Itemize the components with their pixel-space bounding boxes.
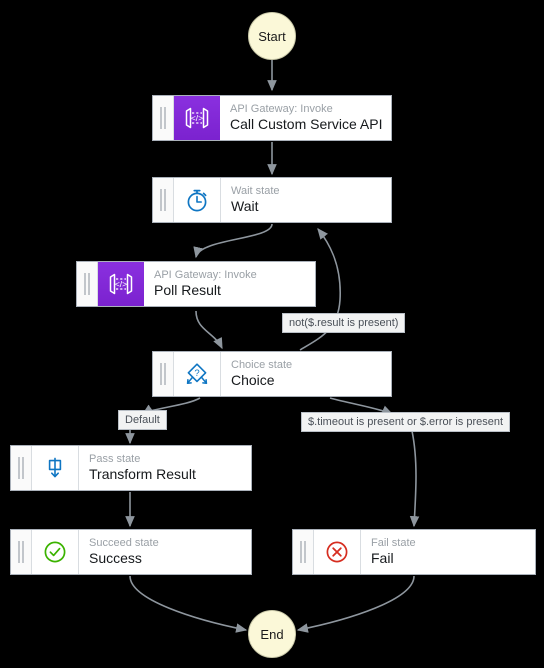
state-card-labels: Wait state Wait <box>221 178 391 222</box>
drag-handle[interactable] <box>153 96 174 140</box>
state-kind-label: Pass state <box>89 453 141 465</box>
edge-label-default: Default <box>118 410 167 430</box>
drag-handle[interactable] <box>11 446 32 490</box>
pass-arrow-icon <box>32 446 79 490</box>
state-kind-label: API Gateway: Invoke <box>154 269 257 281</box>
edge-poll-to-choice <box>195 310 223 350</box>
drag-handle[interactable] <box>77 262 98 306</box>
api-gateway-icon: </> <box>174 96 220 140</box>
state-kind-label: Fail state <box>371 537 416 549</box>
drag-handle[interactable] <box>153 178 174 222</box>
state-card-labels: Succeed state Success <box>79 530 251 574</box>
state-card-transform-result[interactable]: Pass state Transform Result <box>10 445 252 491</box>
state-card-labels: Fail state Fail <box>361 530 535 574</box>
edge-error-label-to-fail <box>409 430 420 528</box>
edge-fail-to-end <box>296 575 415 633</box>
start-node[interactable]: Start <box>248 12 296 60</box>
state-card-choice[interactable]: ? Choice state Choice <box>152 351 392 397</box>
edge-label-timeout-or-error: $.timeout is present or $.error is prese… <box>301 412 511 432</box>
state-card-wait[interactable]: Wait state Wait <box>152 177 392 223</box>
state-name-label: Call Custom Service API <box>230 116 383 132</box>
stopwatch-icon <box>174 178 221 222</box>
state-name-label: Transform Result <box>89 466 196 482</box>
x-circle-icon <box>314 530 361 574</box>
svg-text:?: ? <box>194 368 199 379</box>
edge-success-to-end <box>129 575 248 633</box>
state-name-label: Choice <box>231 372 275 388</box>
state-name-label: Success <box>89 550 142 566</box>
state-kind-label: Succeed state <box>89 537 159 549</box>
drag-handle[interactable] <box>11 530 32 574</box>
state-kind-label: Choice state <box>231 359 293 371</box>
state-card-poll-result[interactable]: </> API Gateway: Invoke Poll Result <box>76 261 316 307</box>
state-card-fail[interactable]: Fail state Fail <box>292 529 536 575</box>
state-name-label: Poll Result <box>154 282 221 298</box>
state-name-label: Wait <box>231 198 259 214</box>
workflow-graph-canvas: Start End </> API Gateway: Invoke Call C… <box>0 0 544 668</box>
edge-label-not-result-present: not($.result is present) <box>282 313 406 333</box>
state-card-labels: Pass state Transform Result <box>79 446 251 490</box>
svg-text:</>: </> <box>191 113 203 123</box>
state-card-call-custom-service-api[interactable]: </> API Gateway: Invoke Call Custom Serv… <box>152 95 392 141</box>
drag-handle[interactable] <box>293 530 314 574</box>
state-card-success[interactable]: Succeed state Success <box>10 529 252 575</box>
drag-handle[interactable] <box>153 352 174 396</box>
check-circle-icon <box>32 530 79 574</box>
end-node-label: End <box>260 626 284 642</box>
state-name-label: Fail <box>371 550 394 566</box>
state-card-labels: API Gateway: Invoke Call Custom Service … <box>220 96 391 140</box>
start-node-label: Start <box>258 28 286 44</box>
state-kind-label: Wait state <box>231 185 280 197</box>
edge-wait-to-poll <box>193 223 273 259</box>
end-node[interactable]: End <box>248 610 296 658</box>
svg-text:</>: </> <box>115 279 127 289</box>
choice-diamond-icon: ? <box>174 352 221 396</box>
state-kind-label: API Gateway: Invoke <box>230 103 333 115</box>
state-card-labels: Choice state Choice <box>221 352 391 396</box>
state-card-labels: API Gateway: Invoke Poll Result <box>144 262 315 306</box>
api-gateway-icon: </> <box>98 262 144 306</box>
